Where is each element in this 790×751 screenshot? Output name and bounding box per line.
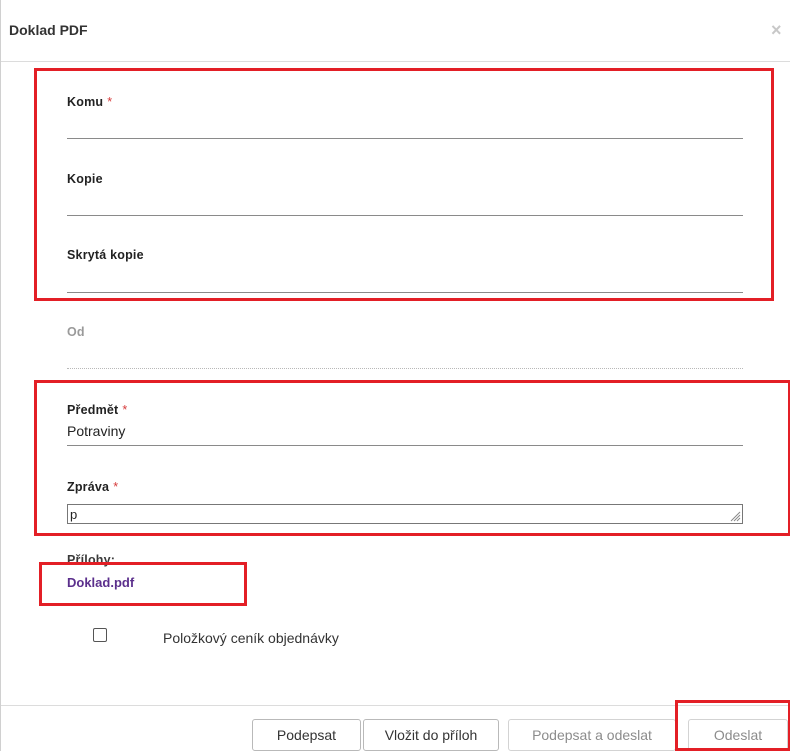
checkbox-icon[interactable] [93,628,107,642]
insert-attachment-button[interactable]: Vložit do příloh [363,719,499,751]
from-label: Od [67,325,85,339]
cc-label: Kopie [67,172,103,186]
bcc-field-underline[interactable] [67,292,743,293]
dialog-title: Doklad PDF [9,22,88,38]
subject-field[interactable]: Potraviny [67,423,125,439]
required-mark: * [107,95,113,109]
sign-button[interactable]: Podepsat [252,719,361,751]
subject-label: Předmět * [67,403,128,417]
from-field-underline [67,368,743,369]
to-label: Komu * [67,95,113,109]
highlight-recipients [34,68,774,301]
attachments-label: Přílohy: [67,553,116,567]
sign-and-send-button[interactable]: Podepsat a odeslat [508,719,676,751]
message-text: p [70,507,78,522]
message-textarea[interactable]: p [67,504,743,524]
resize-grip-icon[interactable] [729,510,741,522]
email-dialog: Doklad PDF × Komu * Kopie Skrytá kopie Od… [0,0,790,751]
price-list-label: Položkový ceník objednávky [163,630,339,646]
subject-field-underline[interactable] [67,445,743,446]
close-icon[interactable]: × [771,20,782,41]
attachment-link[interactable]: Doklad.pdf [67,575,134,590]
dialog-titlebar: Doklad PDF × [1,0,790,62]
send-button[interactable]: Odeslat [688,719,788,751]
required-mark: * [113,480,119,494]
required-mark: * [122,403,128,417]
bcc-label: Skrytá kopie [67,248,144,262]
message-label: Zpráva * [67,480,119,494]
cc-field-underline[interactable] [67,215,743,216]
to-field-underline[interactable] [67,138,743,139]
